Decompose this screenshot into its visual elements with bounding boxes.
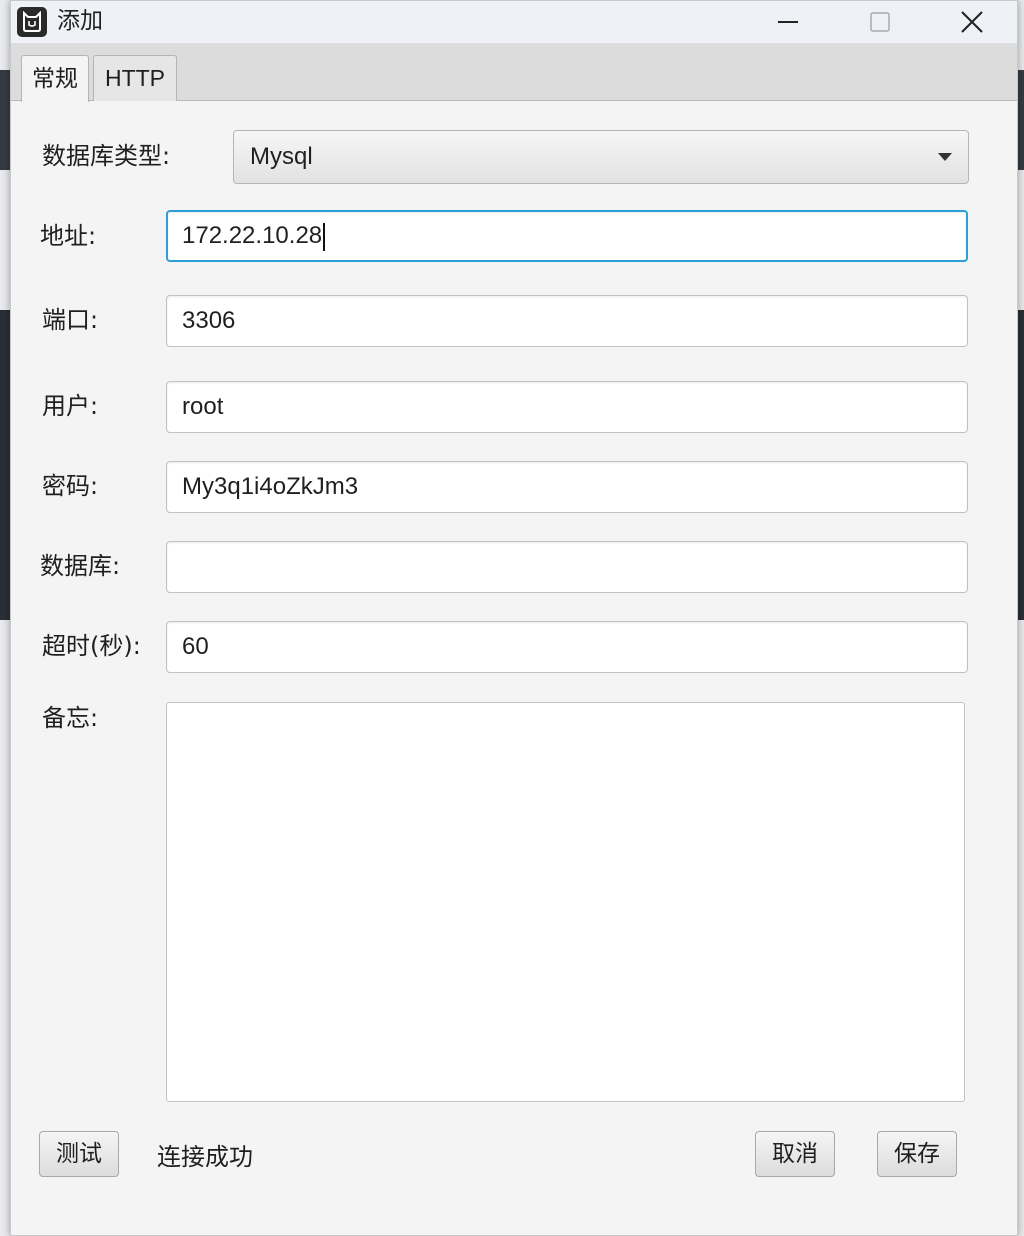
save-button[interactable]: 保存 bbox=[877, 1131, 957, 1177]
address-input[interactable]: 172.22.10.28 bbox=[166, 210, 968, 262]
memo-label: 备忘: bbox=[42, 704, 99, 732]
database-label: 数据库: bbox=[40, 552, 121, 580]
password-input[interactable]: My3q1i4oZkJm3 bbox=[166, 461, 968, 513]
password-label: 密码: bbox=[42, 472, 99, 500]
minimize-button[interactable] bbox=[765, 1, 811, 43]
address-label: 地址: bbox=[40, 222, 97, 250]
db-type-value: Mysql bbox=[250, 143, 313, 170]
close-button[interactable] bbox=[949, 1, 995, 43]
chevron-down-icon bbox=[938, 153, 952, 161]
db-type-select[interactable]: Mysql bbox=[233, 130, 969, 184]
port-label: 端口: bbox=[42, 306, 99, 334]
maximize-button[interactable] bbox=[857, 1, 903, 43]
port-input[interactable]: 3306 bbox=[166, 295, 968, 347]
tab-http[interactable]: HTTP bbox=[93, 55, 177, 101]
user-input[interactable]: root bbox=[166, 381, 968, 433]
tab-strip: 常规 HTTP bbox=[11, 43, 1017, 102]
text-caret bbox=[323, 222, 326, 251]
user-label: 用户: bbox=[42, 392, 99, 420]
db-type-label: 数据库类型: bbox=[42, 142, 171, 170]
timeout-input[interactable]: 60 bbox=[166, 621, 968, 673]
database-input[interactable] bbox=[166, 541, 968, 593]
add-connection-dialog: 添加 常规 HTTP 数据库类型: Mysql 地址: 172.22.10.28… bbox=[10, 0, 1018, 1236]
tab-general[interactable]: 常规 bbox=[21, 55, 89, 102]
window-title: 添加 bbox=[57, 8, 103, 34]
cancel-button[interactable]: 取消 bbox=[755, 1131, 835, 1177]
close-icon bbox=[961, 11, 983, 33]
timeout-label: 超时(秒): bbox=[42, 632, 141, 660]
memo-textarea[interactable] bbox=[166, 702, 965, 1102]
app-cat-icon bbox=[17, 7, 47, 37]
minimize-icon bbox=[778, 21, 798, 23]
address-value: 172.22.10.28 bbox=[182, 222, 323, 249]
background-app-right bbox=[1018, 0, 1024, 1236]
test-button[interactable]: 测试 bbox=[39, 1131, 119, 1177]
background-app-left bbox=[0, 0, 10, 1236]
connection-status: 连接成功 bbox=[157, 1143, 253, 1171]
maximize-icon bbox=[870, 12, 890, 32]
title-bar[interactable]: 添加 bbox=[11, 1, 1017, 43]
